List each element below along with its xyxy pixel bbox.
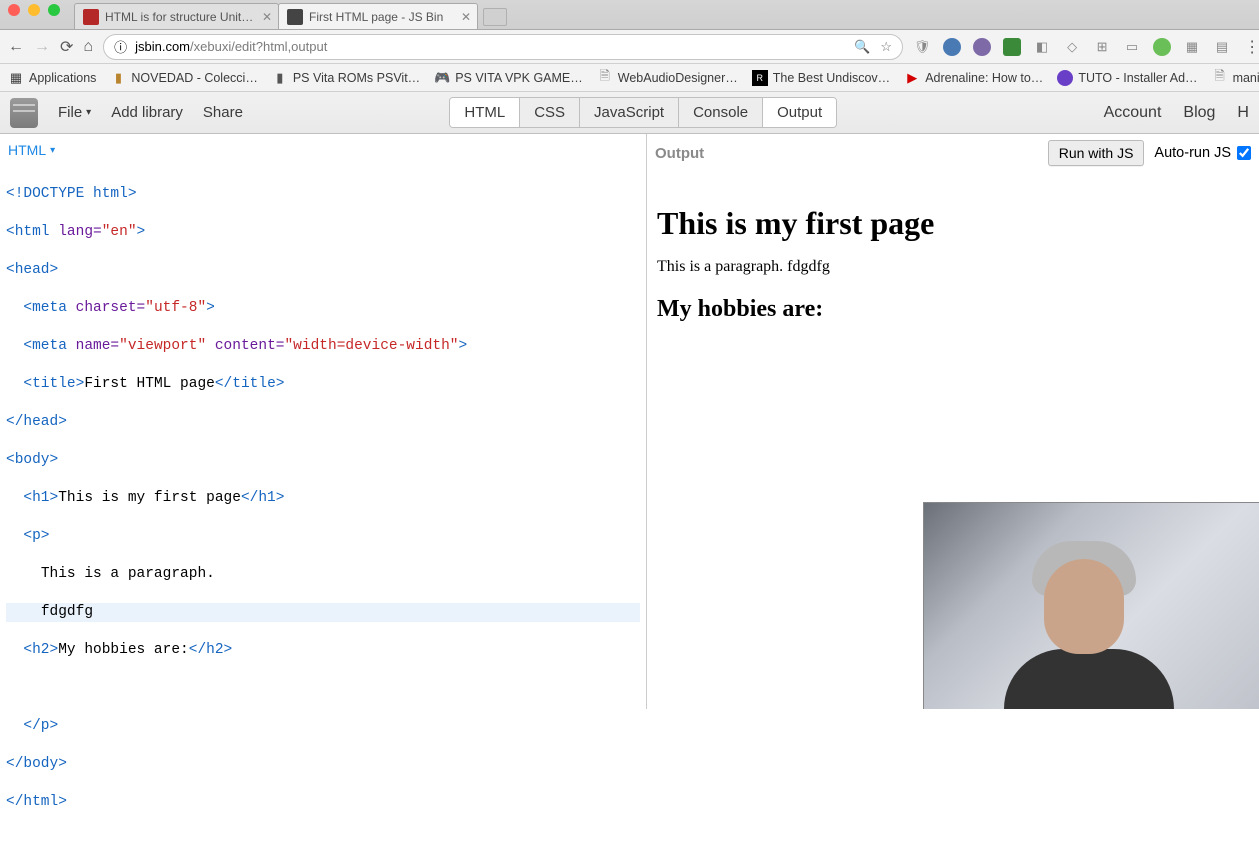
output-header: Output — [655, 145, 704, 162]
rendered-h2: My hobbies are: — [657, 296, 1249, 323]
tab-css[interactable]: CSS — [520, 98, 580, 127]
bookmark-item[interactable]: ▮ NOVEDAD - Colecci… — [110, 70, 257, 86]
bookmark-item[interactable]: 🎮 PS VITA VPK GAME… — [434, 70, 583, 86]
bookmark-icon: ▶ — [904, 70, 920, 86]
close-icon[interactable]: ✕ — [262, 13, 270, 21]
tab-title: First HTML page - JS Bin — [309, 10, 455, 24]
browser-tab-strip: HTML is for structure Unit | Ja ✕ First … — [0, 0, 1259, 30]
blog-link[interactable]: Blog — [1183, 104, 1215, 122]
star-icon[interactable]: ☆ — [880, 39, 892, 55]
add-library-button[interactable]: Add library — [111, 104, 183, 121]
bookmark-label: WebAudioDesigner… — [618, 71, 738, 85]
code-editor[interactable]: <!DOCTYPE html> <html lang="en"> <head> … — [0, 166, 646, 850]
menu-icon[interactable]: ⋮ — [1243, 38, 1259, 56]
bookmark-label: NOVEDAD - Colecci… — [131, 71, 257, 85]
editor-mode-label: HTML — [8, 142, 46, 158]
jsbin-logo-icon[interactable] — [10, 98, 38, 128]
extension-icon[interactable]: ▭ — [1123, 38, 1141, 56]
extension-icon[interactable]: ◇ — [1063, 38, 1081, 56]
chevron-down-icon: ▾ — [50, 145, 55, 156]
site-info-icon[interactable]: ⓘ — [114, 37, 127, 56]
address-bar[interactable]: ⓘ jsbin.com/xebuxi/edit?html,output 🔍 ☆ — [103, 34, 903, 60]
file-menu[interactable]: File ▾ — [58, 104, 91, 121]
panel-tabs: HTML CSS JavaScript Console Output — [449, 97, 837, 128]
extension-icon[interactable] — [1153, 38, 1171, 56]
extension-icon[interactable]: 🛡 — [913, 38, 931, 56]
bookmark-icon: 🗎 — [1212, 70, 1228, 86]
window-minimize[interactable] — [28, 4, 40, 16]
auto-run-toggle[interactable]: Auto-run JS — [1154, 145, 1251, 161]
bookmark-item[interactable]: ▶ Adrenaline: How to… — [904, 70, 1043, 86]
reload-button[interactable]: ⟳ — [60, 38, 73, 56]
window-controls — [8, 4, 60, 16]
presenter-silhouette — [984, 529, 1184, 709]
home-button[interactable]: ⌂ — [83, 38, 93, 56]
tab-html[interactable]: HTML — [450, 98, 520, 127]
extension-icon[interactable]: ⊞ — [1093, 38, 1111, 56]
browser-tab[interactable]: HTML is for structure Unit | Ja ✕ — [74, 3, 279, 29]
bookmarks-bar: ▦ Applications ▮ NOVEDAD - Colecci… ▮ PS V… — [0, 64, 1259, 92]
extension-icon[interactable]: ▦ — [1183, 38, 1201, 56]
menu-label: File — [58, 104, 82, 121]
address-text: jsbin.com/xebuxi/edit?html,output — [135, 39, 846, 54]
account-link[interactable]: Account — [1104, 104, 1162, 122]
bookmark-icon: 🗎 — [597, 70, 613, 86]
bookmark-icon: 🎮 — [434, 70, 450, 86]
tab-console[interactable]: Console — [679, 98, 763, 127]
favicon-icon — [83, 9, 99, 25]
bookmark-item[interactable]: R The Best Undiscov… — [752, 70, 890, 86]
bookmark-icon: ▮ — [272, 70, 288, 86]
extension-icon[interactable]: ◧ — [1033, 38, 1051, 56]
bookmark-item[interactable]: TUTO - Installer Ad… — [1057, 70, 1197, 86]
extension-icon[interactable] — [973, 38, 991, 56]
rendered-paragraph: This is a paragraph. fdgdfg — [657, 258, 1249, 276]
bookmark-label: PS VITA VPK GAME… — [455, 71, 583, 85]
editor-mode-dropdown[interactable]: HTML ▾ — [0, 134, 646, 166]
browser-toolbar: ← → ⟳ ⌂ ⓘ jsbin.com/xebuxi/edit?html,out… — [0, 30, 1259, 64]
bookmark-item[interactable]: ▮ PS Vita ROMs PSVit… — [272, 70, 420, 86]
auto-run-label: Auto-run JS — [1154, 145, 1231, 161]
bookmark-item[interactable]: 🗎 WebAudioDesigner… — [597, 70, 738, 86]
back-button[interactable]: ← — [8, 38, 24, 56]
tab-title: HTML is for structure Unit | Ja — [105, 10, 256, 24]
window-close[interactable] — [8, 4, 20, 16]
extension-icon[interactable] — [943, 38, 961, 56]
zoom-icon[interactable]: 🔍 — [854, 39, 870, 55]
share-button[interactable]: Share — [203, 104, 243, 121]
window-zoom[interactable] — [48, 4, 60, 16]
bookmark-label: Applications — [29, 71, 96, 85]
tab-javascript[interactable]: JavaScript — [580, 98, 679, 127]
html-editor-pane: HTML ▾ <!DOCTYPE html> <html lang="en"> … — [0, 134, 647, 709]
apps-shortcut[interactable]: ▦ Applications — [8, 70, 96, 86]
bookmark-label: TUTO - Installer Ad… — [1078, 71, 1197, 85]
bookmark-icon: R — [752, 70, 768, 86]
tab-output[interactable]: Output — [763, 98, 836, 127]
auto-run-checkbox[interactable] — [1237, 146, 1251, 160]
bookmark-label: manifestR — [1233, 71, 1259, 85]
bookmark-item[interactable]: 🗎 manifestR — [1212, 70, 1259, 86]
forward-button[interactable]: → — [34, 38, 50, 56]
rendered-h1: This is my first page — [657, 205, 1249, 242]
help-link[interactable]: H — [1237, 104, 1249, 122]
close-icon[interactable]: ✕ — [461, 13, 469, 21]
new-tab-button[interactable] — [483, 8, 507, 26]
browser-tab[interactable]: First HTML page - JS Bin ✕ — [278, 3, 478, 29]
bookmark-label: PS Vita ROMs PSVit… — [293, 71, 420, 85]
webcam-overlay — [923, 502, 1259, 709]
bookmark-label: Adrenaline: How to… — [925, 71, 1043, 85]
run-with-js-button[interactable]: Run with JS — [1048, 140, 1145, 166]
extension-icon[interactable]: ▤ — [1213, 38, 1231, 56]
output-frame: This is my first page This is a paragrap… — [647, 172, 1259, 355]
chevron-down-icon: ▾ — [86, 107, 91, 118]
favicon-icon — [287, 9, 303, 25]
bookmark-icon: ▮ — [110, 70, 126, 86]
jsbin-toolbar: File ▾ Add library Share HTML CSS JavaSc… — [0, 92, 1259, 134]
bookmark-label: The Best Undiscov… — [773, 71, 890, 85]
bookmark-icon — [1057, 70, 1073, 86]
apps-icon: ▦ — [8, 70, 24, 86]
extension-icon[interactable] — [1003, 38, 1021, 56]
